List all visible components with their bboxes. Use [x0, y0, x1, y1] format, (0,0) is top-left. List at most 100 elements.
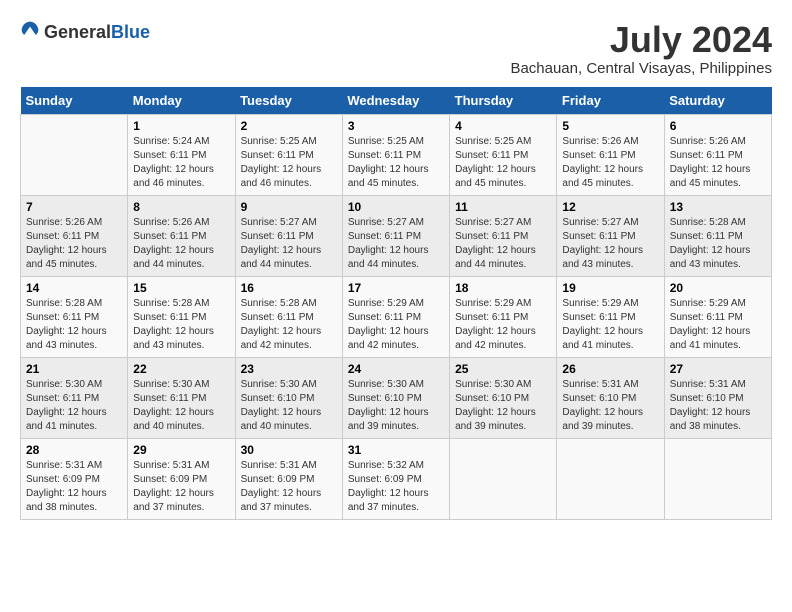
day-number: 31 — [348, 443, 444, 457]
calendar-cell: 11 Sunrise: 5:27 AMSunset: 6:11 PMDayligh… — [450, 195, 557, 276]
day-info: Sunrise: 5:30 AMSunset: 6:10 PMDaylight:… — [348, 378, 444, 434]
calendar-cell: 29Sunrise: 5:31 AMSunset: 6:09 PMDayligh… — [128, 438, 235, 519]
calendar-cell: 27 Sunrise: 5:31 AMSunset: 6:10 PMDayligh… — [664, 357, 771, 438]
day-number: 25 — [455, 362, 551, 376]
calendar-cell: 10 Sunrise: 5:27 AMSunset: 6:11 PMDayligh… — [342, 195, 449, 276]
calendar-cell: 30 Sunrise: 5:31 AMSunset: 6:09 PMDayligh… — [235, 438, 342, 519]
calendar-cell — [557, 438, 664, 519]
day-number: 29 — [133, 443, 229, 457]
logo-text-general: General — [44, 22, 111, 42]
day-number: 17 — [348, 281, 444, 295]
day-number: 26 — [562, 362, 658, 376]
day-info: Sunrise: 5:25 AMSunset: 6:11 PMDaylight:… — [348, 135, 444, 191]
logo-text-blue: Blue — [111, 22, 150, 42]
weekday-header-tuesday: Tuesday — [235, 87, 342, 115]
calendar-cell: 21Sunrise: 5:30 AMSunset: 6:11 PMDayligh… — [21, 357, 128, 438]
day-number: 21 — [26, 362, 122, 376]
day-number: 7 — [26, 200, 122, 214]
day-number: 4 — [455, 119, 551, 133]
day-number: 28 — [26, 443, 122, 457]
day-info: Sunrise: 5:31 AMSunset: 6:09 PMDaylight:… — [241, 459, 337, 515]
calendar-cell: 4 Sunrise: 5:25 AMSunset: 6:11 PMDaylight… — [450, 114, 557, 195]
day-number: 8 — [133, 200, 229, 214]
day-info: Sunrise: 5:26 AMSunset: 6:11 PMDaylight:… — [562, 135, 658, 191]
day-info: Sunrise: 5:30 AMSunset: 6:10 PMDaylight:… — [455, 378, 551, 434]
day-info: Sunrise: 5:27 AMSunset: 6:11 PMDaylight:… — [455, 216, 551, 272]
weekday-header-wednesday: Wednesday — [342, 87, 449, 115]
day-number: 23 — [241, 362, 337, 376]
day-number: 10 — [348, 200, 444, 214]
day-number: 12 — [562, 200, 658, 214]
day-number: 24 — [348, 362, 444, 376]
calendar-cell: 23 Sunrise: 5:30 AMSunset: 6:10 PMDayligh… — [235, 357, 342, 438]
day-info: Sunrise: 5:27 AMSunset: 6:11 PMDaylight:… — [241, 216, 337, 272]
day-info: Sunrise: 5:31 AMSunset: 6:10 PMDaylight:… — [562, 378, 658, 434]
title-area: July 2024 Bachauan, Central Visayas, Phi… — [510, 20, 772, 77]
calendar-cell: 15Sunrise: 5:28 AMSunset: 6:11 PMDayligh… — [128, 276, 235, 357]
day-info: Sunrise: 5:27 AMSunset: 6:11 PMDaylight:… — [348, 216, 444, 272]
day-info: Sunrise: 5:29 AMSunset: 6:11 PMDaylight:… — [455, 297, 551, 353]
day-number: 9 — [241, 200, 337, 214]
calendar-cell: 13 Sunrise: 5:28 AMSunset: 6:11 PMDayligh… — [664, 195, 771, 276]
day-info: Sunrise: 5:28 AMSunset: 6:11 PMDaylight:… — [241, 297, 337, 353]
calendar-cell: 7 Sunrise: 5:26 AMSunset: 6:11 PMDaylight… — [21, 195, 128, 276]
day-info: Sunrise: 5:30 AMSunset: 6:10 PMDaylight:… — [241, 378, 337, 434]
day-info: Sunrise: 5:26 AMSunset: 6:11 PMDaylight:… — [26, 216, 122, 272]
day-number: 30 — [241, 443, 337, 457]
calendar-cell: 20 Sunrise: 5:29 AMSunset: 6:11 PMDayligh… — [664, 276, 771, 357]
day-number: 18 — [455, 281, 551, 295]
location: Bachauan, Central Visayas, Philippines — [510, 60, 772, 77]
calendar-cell: 16 Sunrise: 5:28 AMSunset: 6:11 PMDayligh… — [235, 276, 342, 357]
calendar-cell: 24 Sunrise: 5:30 AMSunset: 6:10 PMDayligh… — [342, 357, 449, 438]
day-info: Sunrise: 5:29 AMSunset: 6:11 PMDaylight:… — [562, 297, 658, 353]
day-info: Sunrise: 5:32 AMSunset: 6:09 PMDaylight:… — [348, 459, 444, 515]
day-number: 5 — [562, 119, 658, 133]
weekday-header-row: SundayMondayTuesdayWednesdayThursdayFrid… — [21, 87, 772, 115]
weekday-header-saturday: Saturday — [664, 87, 771, 115]
calendar-table: SundayMondayTuesdayWednesdayThursdayFrid… — [20, 87, 772, 520]
calendar-cell: 3 Sunrise: 5:25 AMSunset: 6:11 PMDaylight… — [342, 114, 449, 195]
day-number: 3 — [348, 119, 444, 133]
day-number: 15 — [133, 281, 229, 295]
day-number: 27 — [670, 362, 766, 376]
day-number: 11 — [455, 200, 551, 214]
day-number: 22 — [133, 362, 229, 376]
calendar-cell: 31 Sunrise: 5:32 AMSunset: 6:09 PMDayligh… — [342, 438, 449, 519]
day-info: Sunrise: 5:29 AMSunset: 6:11 PMDaylight:… — [670, 297, 766, 353]
week-row-4: 28 Sunrise: 5:31 AMSunset: 6:09 PMDayligh… — [21, 438, 772, 519]
day-info: Sunrise: 5:28 AMSunset: 6:11 PMDaylight:… — [26, 297, 122, 353]
day-info: Sunrise: 5:31 AMSunset: 6:10 PMDaylight:… — [670, 378, 766, 434]
day-info: Sunrise: 5:28 AMSunset: 6:11 PMDaylight:… — [670, 216, 766, 272]
day-number: 20 — [670, 281, 766, 295]
day-number: 2 — [241, 119, 337, 133]
calendar-cell: 26 Sunrise: 5:31 AMSunset: 6:10 PMDayligh… — [557, 357, 664, 438]
calendar-cell: 5 Sunrise: 5:26 AMSunset: 6:11 PMDaylight… — [557, 114, 664, 195]
logo: GeneralBlue — [20, 20, 150, 45]
week-row-0: 1Sunrise: 5:24 AMSunset: 6:11 PMDaylight… — [21, 114, 772, 195]
day-number: 19 — [562, 281, 658, 295]
calendar-cell: 1Sunrise: 5:24 AMSunset: 6:11 PMDaylight… — [128, 114, 235, 195]
day-number: 16 — [241, 281, 337, 295]
calendar-cell: 8 Sunrise: 5:26 AMSunset: 6:11 PMDaylight… — [128, 195, 235, 276]
calendar-cell: 18 Sunrise: 5:29 AMSunset: 6:11 PMDayligh… — [450, 276, 557, 357]
calendar-cell — [21, 114, 128, 195]
calendar-cell: 19 Sunrise: 5:29 AMSunset: 6:11 PMDayligh… — [557, 276, 664, 357]
day-info: Sunrise: 5:26 AMSunset: 6:11 PMDaylight:… — [133, 216, 229, 272]
day-info: Sunrise: 5:30 AMSunset: 6:11 PMDaylight:… — [133, 378, 229, 434]
day-number: 14 — [26, 281, 122, 295]
day-info: Sunrise: 5:25 AMSunset: 6:11 PMDaylight:… — [241, 135, 337, 191]
week-row-2: 14 Sunrise: 5:28 AMSunset: 6:11 PMDayligh… — [21, 276, 772, 357]
calendar-cell: 14 Sunrise: 5:28 AMSunset: 6:11 PMDayligh… — [21, 276, 128, 357]
calendar-cell: 17 Sunrise: 5:29 AMSunset: 6:11 PMDayligh… — [342, 276, 449, 357]
day-info: Sunrise: 5:27 AMSunset: 6:11 PMDaylight:… — [562, 216, 658, 272]
day-number: 13 — [670, 200, 766, 214]
week-row-1: 7 Sunrise: 5:26 AMSunset: 6:11 PMDaylight… — [21, 195, 772, 276]
day-info: Sunrise: 5:31 AMSunset: 6:09 PMDaylight:… — [26, 459, 122, 515]
day-info: Sunrise: 5:29 AMSunset: 6:11 PMDaylight:… — [348, 297, 444, 353]
day-info: Sunrise: 5:25 AMSunset: 6:11 PMDaylight:… — [455, 135, 551, 191]
weekday-header-sunday: Sunday — [21, 87, 128, 115]
day-number: 6 — [670, 119, 766, 133]
day-info: Sunrise: 5:24 AMSunset: 6:11 PMDaylight:… — [133, 135, 229, 191]
calendar-cell: 9 Sunrise: 5:27 AMSunset: 6:11 PMDaylight… — [235, 195, 342, 276]
logo-icon — [20, 20, 40, 40]
